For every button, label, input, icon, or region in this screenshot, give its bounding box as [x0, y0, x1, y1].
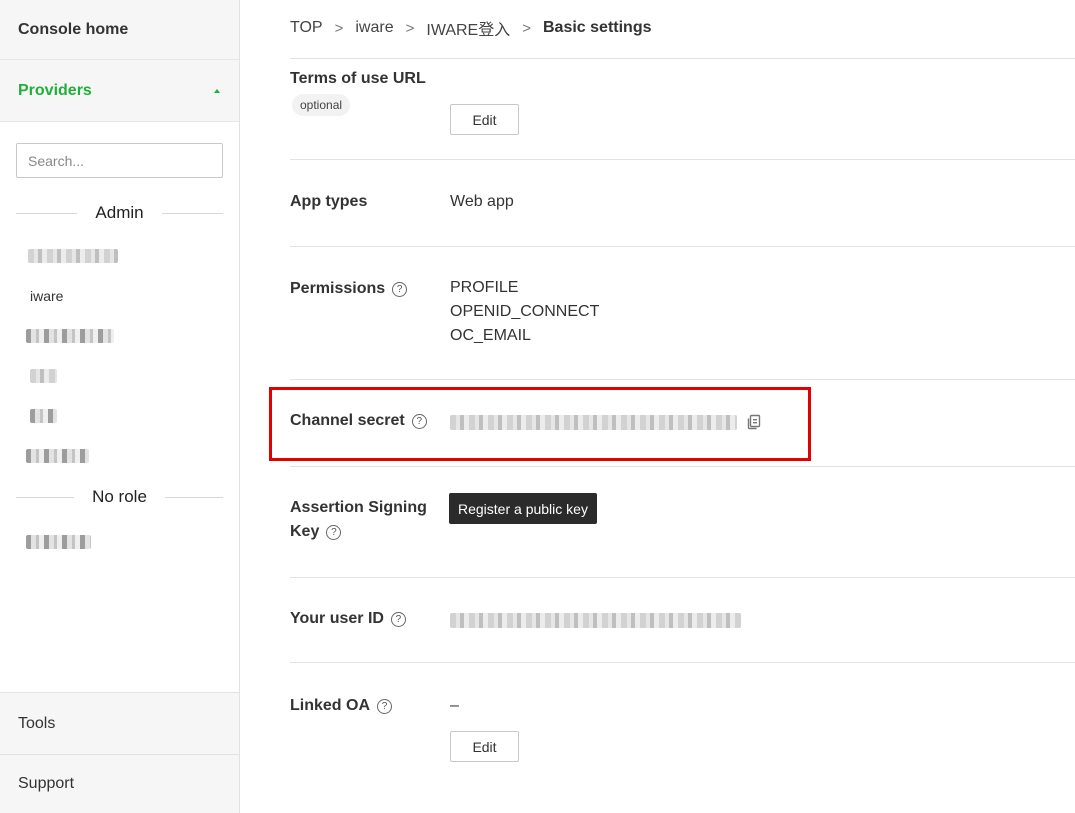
breadcrumb-separator: > [405, 19, 415, 37]
tools-link[interactable]: Tools [0, 692, 239, 754]
provider-item-redacted[interactable] [28, 245, 118, 267]
provider-item-redacted[interactable] [26, 325, 114, 347]
user-id-label-row: Your user ID? [290, 607, 406, 631]
breadcrumb-separator: > [334, 19, 344, 37]
app-types-value: Web app [450, 193, 514, 210]
optional-badge: optional [292, 94, 351, 116]
providers-label: Providers [18, 81, 92, 99]
provider-item-redacted[interactable] [26, 531, 91, 553]
user-id-value-redacted [450, 613, 741, 628]
provider-item-label: iware [30, 288, 64, 304]
breadcrumb-separator: > [522, 19, 531, 37]
redacted-text [26, 535, 91, 549]
app-types-label: App types [290, 193, 368, 210]
permissions-label-row: Permissions? [290, 277, 408, 301]
assertion-signing-key-label: Assertion Signing Key? [290, 496, 427, 544]
register-public-key-button[interactable]: Register a public key [449, 493, 597, 524]
terms-of-use-label: Terms of use URL [290, 70, 426, 87]
permission-item: OC_EMAIL [450, 327, 531, 344]
terms-edit-button[interactable]: Edit [450, 104, 519, 135]
assertion-label-line2: Key [290, 523, 320, 540]
admin-section-header: Admin [16, 203, 223, 223]
redacted-text [30, 409, 57, 423]
support-label: Support [18, 775, 75, 792]
breadcrumb-channel[interactable]: IWARE登入 [426, 16, 510, 40]
linked-oa-label: Linked OA [290, 697, 371, 714]
breadcrumb-top[interactable]: TOP [290, 19, 323, 37]
divider [164, 496, 223, 498]
question-circle-icon[interactable]: ? [377, 699, 393, 714]
divider [161, 212, 223, 214]
console-home-label: Console home [18, 20, 129, 38]
no-role-section-label: No role [92, 487, 147, 506]
admin-section-label: Admin [95, 203, 144, 222]
permission-item: PROFILE [450, 279, 519, 296]
linked-oa-edit-button[interactable]: Edit [450, 731, 519, 762]
user-id-label: Your user ID [290, 610, 384, 627]
redacted-text [26, 449, 89, 463]
redacted-text [28, 249, 118, 263]
console-home-link[interactable]: Console home [0, 0, 239, 60]
provider-item-redacted[interactable] [26, 445, 89, 467]
linked-oa-value: – [450, 697, 459, 714]
breadcrumb-provider[interactable]: iware [355, 19, 393, 37]
divider [16, 212, 78, 214]
breadcrumb: TOP > iware > IWARE登入 > Basic settings [290, 16, 652, 40]
tools-label: Tools [18, 714, 56, 732]
divider [290, 159, 1075, 160]
divider [290, 577, 1075, 578]
question-circle-icon[interactable]: ? [326, 525, 342, 540]
linked-oa-label-row: Linked OA? [290, 694, 393, 718]
provider-item-redacted[interactable] [30, 405, 57, 427]
provider-item-redacted[interactable] [30, 365, 57, 387]
provider-search-input[interactable] [16, 143, 223, 178]
redacted-text [26, 329, 114, 343]
divider [290, 662, 1075, 663]
permissions-label: Permissions [290, 280, 386, 297]
divider [290, 246, 1075, 247]
redacted-text [30, 369, 57, 383]
provider-item-iware[interactable]: iware [30, 285, 63, 307]
question-circle-icon[interactable]: ? [390, 612, 406, 627]
divider [16, 496, 75, 498]
question-circle-icon[interactable]: ? [392, 282, 408, 297]
support-link[interactable]: Support [0, 754, 239, 813]
divider [290, 58, 1075, 59]
divider [290, 379, 1075, 380]
assertion-label-line1: Assertion Signing [290, 499, 427, 516]
divider [290, 466, 1075, 467]
breadcrumb-current: Basic settings [543, 19, 652, 36]
providers-menu[interactable]: Providers [0, 60, 239, 122]
no-role-section-header: No role [16, 487, 223, 507]
highlight-annotation-box [269, 387, 811, 461]
caret-up-icon [214, 88, 220, 93]
permission-item: OPENID_CONNECT [450, 303, 600, 320]
sidebar: Console home Providers Admin iware No ro… [0, 0, 240, 813]
